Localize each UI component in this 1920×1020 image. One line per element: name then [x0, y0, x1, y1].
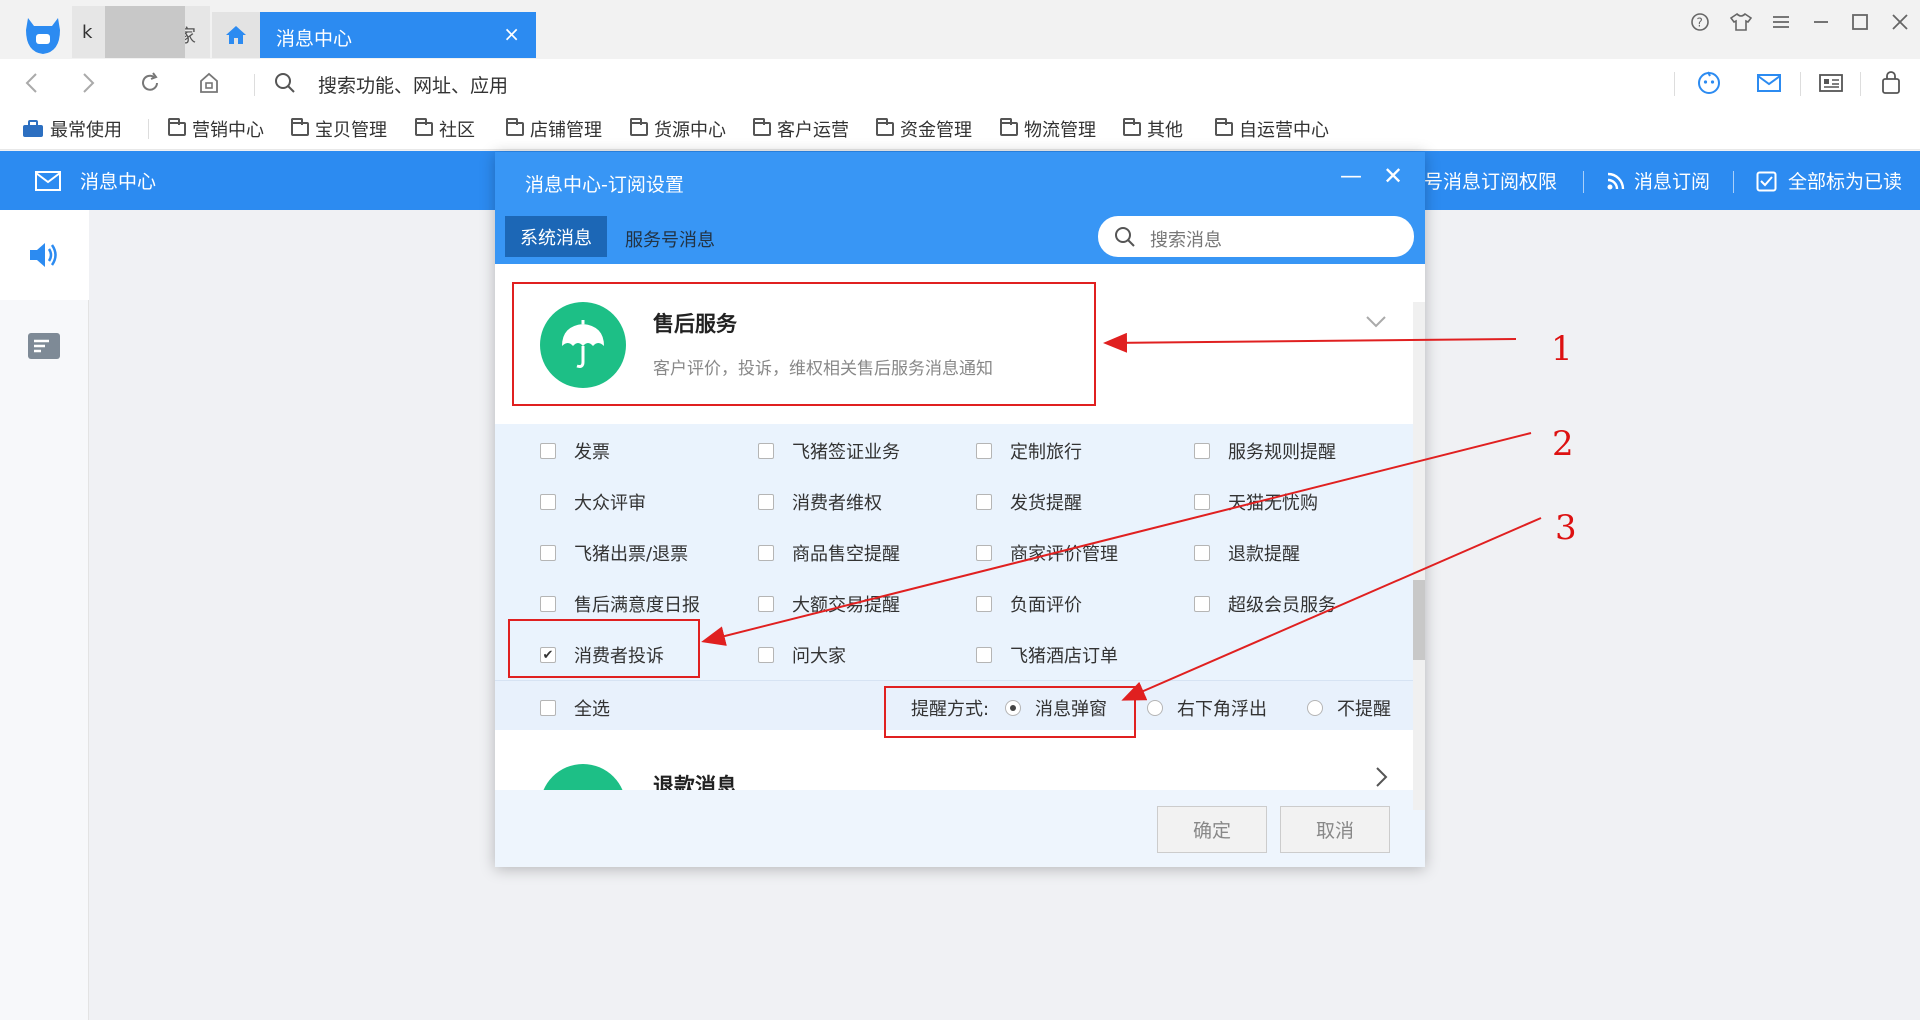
annotation-number-2: 2 — [1552, 424, 1574, 464]
annotation-arrows — [701, 332, 1542, 701]
annotation-number-3: 3 — [1555, 508, 1577, 548]
annotation-number-1: 1 — [1551, 329, 1573, 369]
